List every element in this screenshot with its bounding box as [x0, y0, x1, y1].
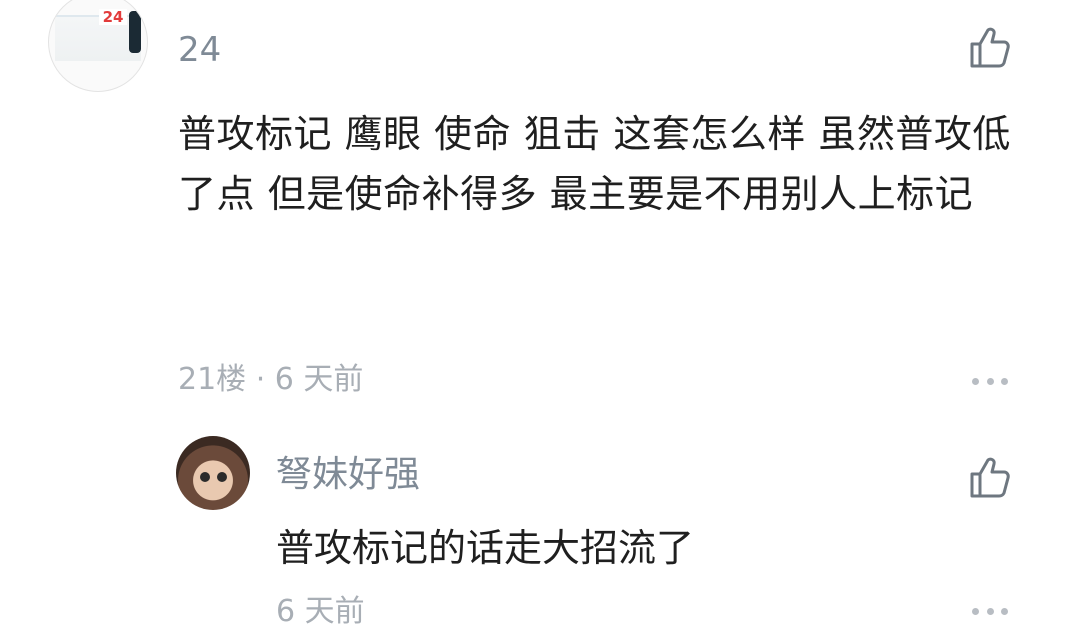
reply-meta: 6 天前	[276, 594, 365, 629]
more-horizontal-icon[interactable]	[972, 376, 1008, 386]
reply-avatar[interactable]	[176, 436, 250, 510]
reply-username[interactable]: 弩妹好强	[276, 454, 420, 496]
avatar-tag-text: 24	[99, 9, 127, 25]
avatar[interactable]: 24	[48, 0, 148, 92]
thumbs-up-icon[interactable]	[966, 24, 1014, 72]
reply-body: 普攻标记的话走大招流了	[276, 526, 695, 570]
comment-body: 普攻标记 鹰眼 使命 狙击 这套怎么样 虽然普攻低了点 但是使命补得多 最主要是…	[178, 112, 1011, 216]
comment-username[interactable]: 24	[178, 30, 221, 70]
comment-meta: 21楼 · 6 天前	[178, 362, 364, 397]
avatar-figure	[129, 11, 141, 53]
more-horizontal-icon[interactable]	[972, 606, 1008, 616]
avatar-eye	[200, 472, 210, 482]
avatar-eye	[217, 472, 227, 482]
thumbs-up-icon[interactable]	[966, 454, 1014, 502]
